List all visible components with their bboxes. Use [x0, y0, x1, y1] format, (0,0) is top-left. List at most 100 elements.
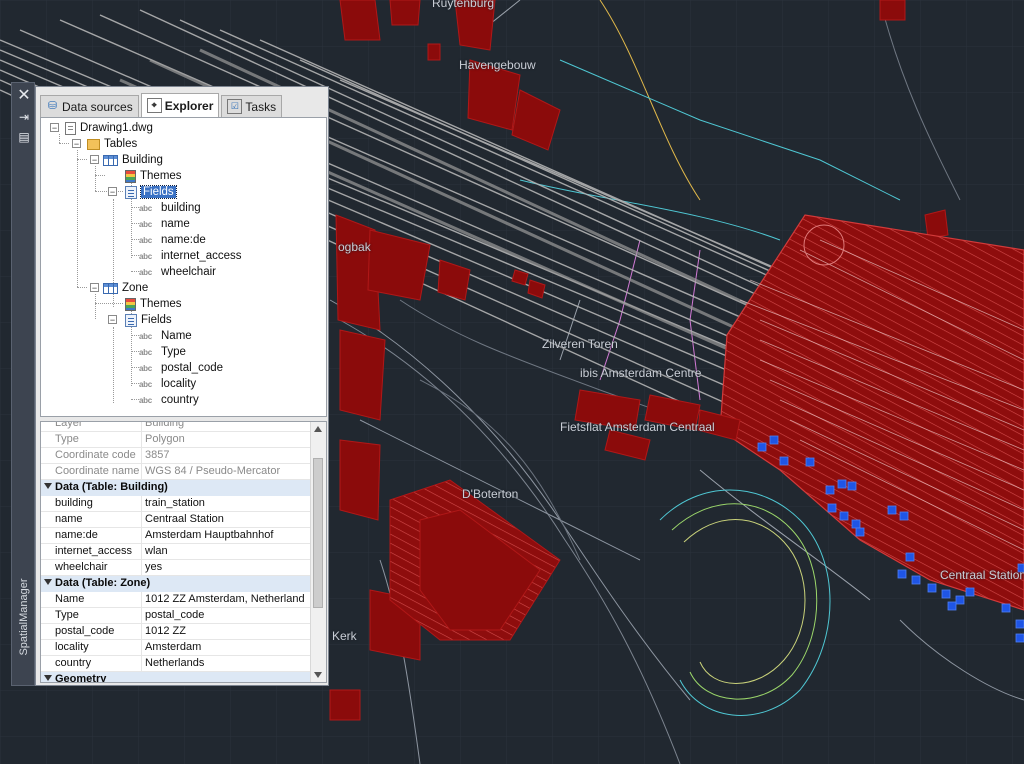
tree-node-field[interactable]: abc Name	[139, 328, 192, 344]
property-row[interactable]: locality Amsterdam	[41, 640, 311, 656]
expander-zone[interactable]: −	[90, 283, 99, 293]
property-value: WGS 84 / Pseudo-Mercator	[145, 465, 281, 477]
text-field-icon: abc	[139, 219, 152, 229]
property-row[interactable]: wheelchair yes	[41, 560, 311, 576]
expander-tables[interactable]: −	[72, 139, 81, 149]
property-value: Building	[145, 421, 185, 429]
tree-node-zone[interactable]: Zone	[103, 280, 148, 296]
palette-title-bar[interactable]: ✕ ⇥ ▤ SpatialManager	[11, 82, 35, 686]
expander-root[interactable]: −	[50, 123, 59, 133]
table-icon	[103, 282, 118, 294]
tab-data-sources[interactable]: ⛁ Data sources	[40, 95, 139, 117]
category-geometry-label: Geometry	[55, 673, 107, 683]
tree-node-field[interactable]: abc postal_code	[139, 360, 223, 376]
property-row[interactable]: Type postal_code	[41, 608, 311, 624]
tree-label-field: postal_code	[161, 362, 224, 374]
property-row[interactable]: Layer Building	[41, 421, 311, 432]
tree-label-zone: Zone	[122, 282, 149, 294]
tab-bar: ⛁ Data sources ⌖ Explorer ☑ Tasks	[40, 93, 284, 117]
map-label-zilveren-toren: Zilveren Toren	[542, 337, 618, 351]
tree-node-field[interactable]: abc internet_access	[139, 248, 242, 264]
tab-explorer[interactable]: ⌖ Explorer	[140, 93, 220, 117]
property-key: building	[55, 497, 93, 509]
property-row[interactable]: Name 1012 ZZ Amsterdam, Netherland	[41, 592, 311, 608]
tree-node-field[interactable]: abc country	[139, 392, 199, 408]
expander-building-fields[interactable]: −	[108, 187, 117, 197]
property-value: Netherlands	[145, 657, 205, 669]
tree-node-drawing[interactable]: Drawing1.dwg	[65, 120, 153, 136]
collapse-icon	[44, 579, 52, 585]
property-row[interactable]: building train_station	[41, 496, 311, 512]
tree-node-zone-fields[interactable]: Fields	[125, 312, 172, 328]
explorer-tree[interactable]: − − − − − − Drawing1.dwg Tables Building…	[40, 117, 327, 417]
database-icon: ⛁	[47, 100, 58, 112]
property-value: train_station	[145, 497, 205, 509]
spatialmanager-panel: ⛁ Data sources ⌖ Explorer ☑ Tasks − − − …	[35, 86, 329, 686]
tree-node-tables[interactable]: Tables	[87, 136, 137, 152]
property-value: 3857	[145, 449, 170, 461]
tab-explorer-label: Explorer	[164, 98, 214, 113]
tree-node-building-fields[interactable]: Fields	[125, 184, 177, 200]
property-row[interactable]: country Netherlands	[41, 656, 311, 672]
property-key: Coordinate code	[55, 449, 136, 461]
property-row[interactable]: internet_access wlan	[41, 544, 311, 560]
property-value: postal_code	[145, 609, 205, 621]
tree-node-building[interactable]: Building	[103, 152, 163, 168]
tab-tasks[interactable]: ☑ Tasks	[221, 95, 283, 117]
tree-node-field[interactable]: abc name	[139, 216, 190, 232]
scroll-down-icon[interactable]	[314, 672, 322, 678]
text-field-icon: abc	[139, 251, 152, 261]
expander-zone-fields[interactable]: −	[108, 315, 117, 325]
properties-grid[interactable]: Layer Building Type Polygon Coordinate cod…	[40, 421, 327, 683]
tree-node-zone-themes[interactable]: Themes	[125, 296, 182, 312]
autohide-icon[interactable]: ⇥	[15, 108, 33, 126]
property-row[interactable]: Coordinate name WGS 84 / Pseudo-Mercator	[41, 464, 311, 480]
tree-label-field: building	[161, 202, 201, 214]
close-icon[interactable]: ✕	[15, 87, 33, 105]
property-value: Amsterdam	[145, 641, 202, 653]
tree-label-field: Name	[161, 330, 192, 342]
category-zone[interactable]: Data (Table: Zone)	[41, 576, 311, 592]
table-icon	[103, 154, 118, 166]
tree-node-field[interactable]: abc locality	[139, 376, 196, 392]
property-value: Centraal Station	[145, 513, 224, 525]
map-label-ruytenburg: Ruytenburg	[432, 0, 495, 10]
property-key: Type	[55, 433, 79, 445]
map-label-kerk: Kerk	[332, 629, 357, 643]
text-field-icon: abc	[139, 267, 152, 277]
property-row[interactable]: name:de Amsterdam Hauptbahnhof	[41, 528, 311, 544]
tree-label-zone-themes: Themes	[140, 298, 182, 310]
property-row[interactable]: postal_code 1012 ZZ	[41, 624, 311, 640]
property-value: Amsterdam Hauptbahnhof	[145, 529, 274, 541]
tree-node-field[interactable]: abc building	[139, 200, 201, 216]
tree-node-field[interactable]: abc Type	[139, 344, 186, 360]
tree-node-building-themes[interactable]: Themes	[125, 168, 182, 184]
category-geometry[interactable]: Geometry	[41, 672, 311, 683]
scroll-up-icon[interactable]	[314, 426, 322, 432]
category-zone-label: Data (Table: Zone)	[55, 577, 151, 589]
tree-label-field: internet_access	[161, 250, 242, 262]
property-value: 1012 ZZ	[145, 625, 186, 637]
property-row[interactable]: Coordinate code 3857	[41, 448, 311, 464]
tree-node-field[interactable]: abc wheelchair	[139, 264, 216, 280]
tree-node-field[interactable]: abc name:de	[139, 232, 206, 248]
tree-label-zone-fields: Fields	[141, 314, 172, 326]
property-row[interactable]: Type Polygon	[41, 432, 311, 448]
scroll-thumb[interactable]	[313, 458, 323, 608]
drawing-file-icon	[65, 121, 76, 135]
expander-building[interactable]: −	[90, 155, 99, 165]
text-field-icon: abc	[139, 203, 152, 213]
collapse-icon	[44, 675, 52, 681]
tables-folder-icon	[87, 138, 100, 150]
category-building[interactable]: Data (Table: Building)	[41, 480, 311, 496]
properties-icon[interactable]: ▤	[15, 128, 33, 146]
properties-scrollbar[interactable]	[310, 422, 326, 682]
map-label-ibis: ibis Amsterdam Centre	[580, 366, 702, 380]
tree-label-field: name	[161, 218, 190, 230]
text-field-icon: abc	[139, 363, 152, 373]
text-field-icon: abc	[139, 235, 152, 245]
palette-title: SpatialManager	[18, 578, 30, 656]
property-row[interactable]: name Centraal Station	[41, 512, 311, 528]
property-value: wlan	[145, 545, 168, 557]
text-field-icon: abc	[139, 395, 152, 405]
